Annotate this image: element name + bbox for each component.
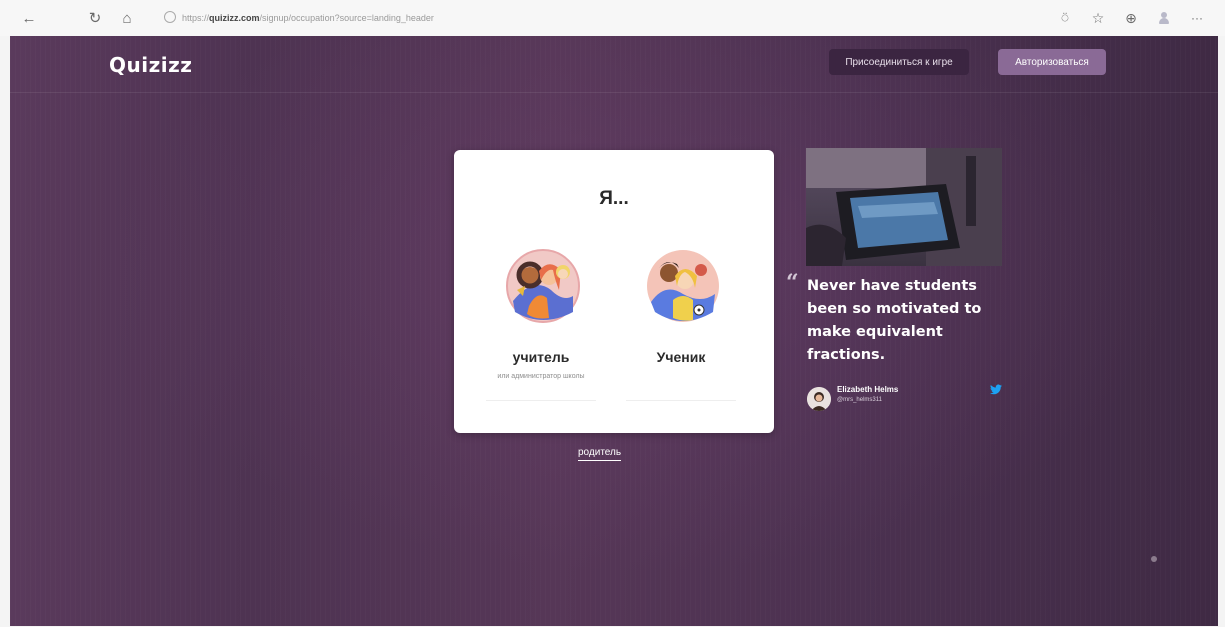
- quote-mark-icon: “: [786, 270, 799, 296]
- url-host: quizizz.com: [209, 13, 260, 23]
- parent-link[interactable]: родитель: [578, 447, 622, 461]
- extensions-icon[interactable]: ⊕: [1122, 9, 1140, 27]
- login-button[interactable]: Авторизоваться: [998, 49, 1106, 75]
- more-menu-icon[interactable]: ···: [1188, 9, 1206, 27]
- site-info-icon[interactable]: [164, 11, 176, 23]
- signup-page: Quizizz Присоединиться к игре Авторизова…: [10, 36, 1218, 626]
- read-aloud-icon[interactable]: ⍥: [1056, 9, 1074, 27]
- classroom-photo: [806, 148, 1002, 266]
- address-bar[interactable]: https://quizizz.com/signup/occupation?so…: [182, 13, 434, 23]
- student-role-option[interactable]: Ученик: [626, 246, 736, 406]
- url-prefix: https://: [182, 13, 210, 23]
- teacher-label: учитель: [512, 349, 570, 365]
- role-selection-card: Я... учитель или администратор школы Уче…: [454, 150, 774, 433]
- teacher-illustration: [503, 246, 583, 326]
- join-game-button[interactable]: Присоединиться к игре: [829, 49, 969, 75]
- student-label: Ученик: [656, 349, 706, 365]
- card-title: Я...: [599, 188, 629, 209]
- teacher-sublabel: или администратор школы: [497, 373, 585, 380]
- author-name: Elizabeth Helms: [837, 385, 899, 394]
- author-handle: @mrs_helms311: [837, 397, 882, 403]
- teacher-role-option[interactable]: учитель или администратор школы: [486, 246, 596, 406]
- browser-toolbar: ← ↻ ⌂ https://quizizz.com/signup/occupat…: [0, 0, 1225, 36]
- refresh-icon[interactable]: ↻: [86, 9, 104, 27]
- favorites-icon[interactable]: ☆: [1089, 9, 1107, 27]
- testimonial-quote: Never have students been so motivated to…: [807, 278, 982, 363]
- author-avatar: [807, 387, 831, 411]
- student-illustration: [643, 246, 723, 326]
- twitter-icon[interactable]: [990, 384, 1002, 395]
- url-path: /signup/occupation?source=landing_header: [259, 13, 434, 23]
- quizizz-logo[interactable]: Quizizz: [109, 53, 192, 77]
- header-divider: [10, 92, 1218, 93]
- profile-icon[interactable]: [1158, 12, 1170, 24]
- help-chat-dot[interactable]: [1151, 556, 1157, 562]
- student-sub-box: [626, 368, 736, 401]
- home-icon[interactable]: ⌂: [118, 9, 136, 27]
- back-arrow-icon[interactable]: ←: [20, 9, 38, 27]
